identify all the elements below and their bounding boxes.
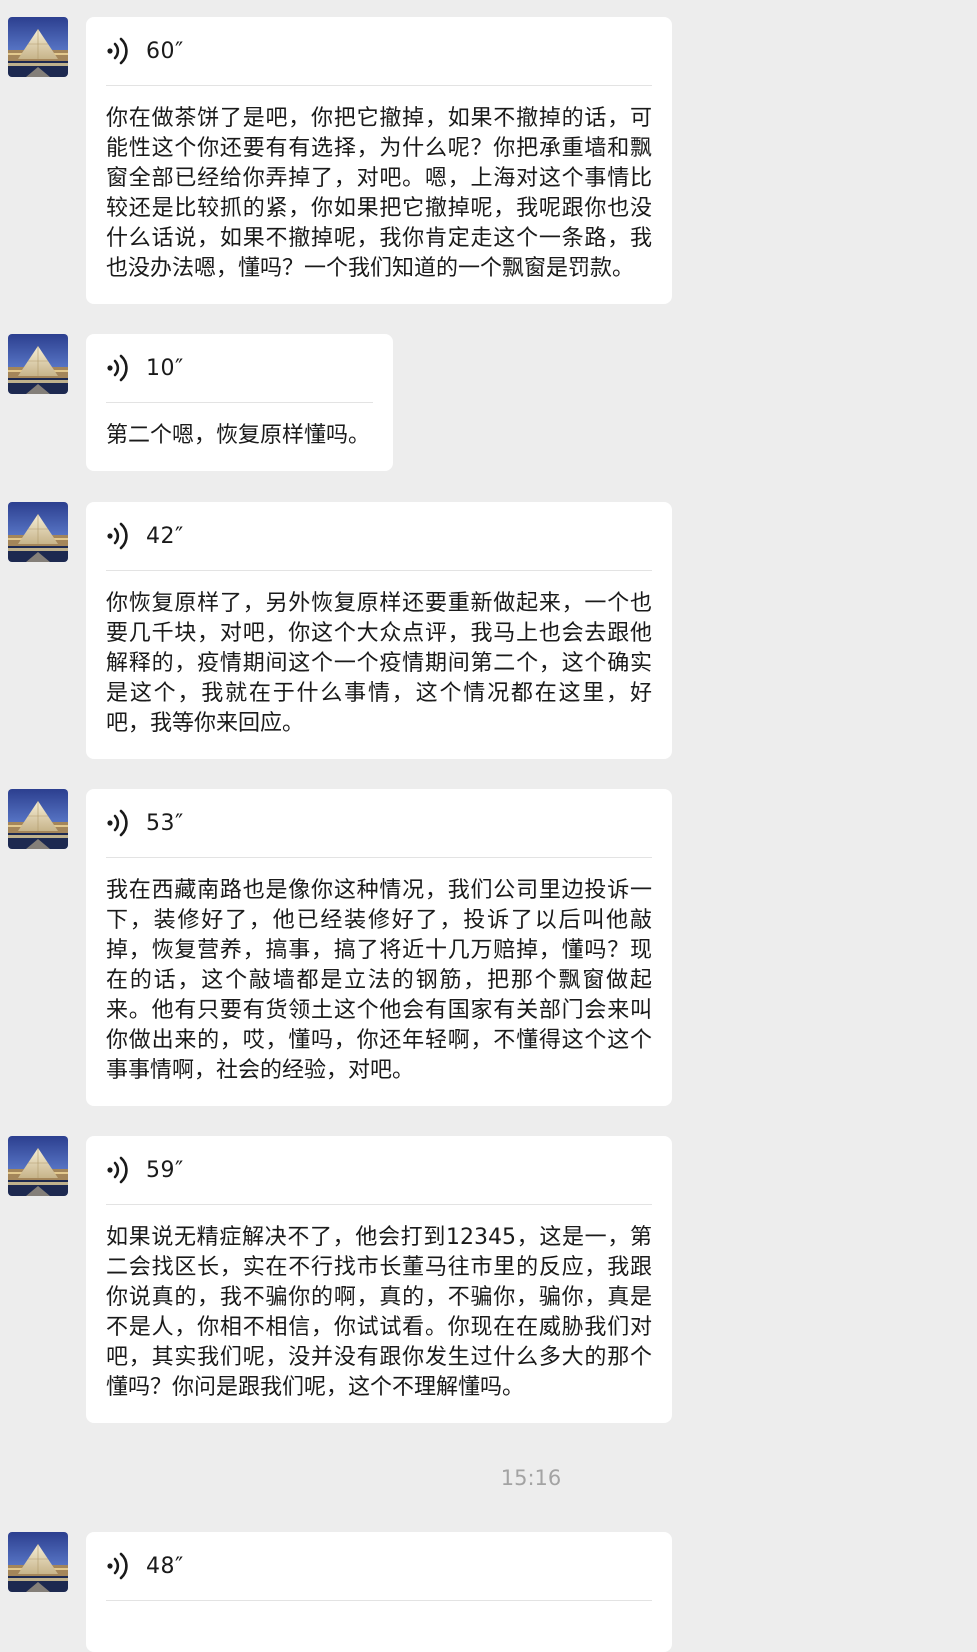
voice-duration: 53″ bbox=[146, 810, 184, 836]
avatar[interactable] bbox=[8, 17, 68, 77]
voice-duration: 10″ bbox=[146, 355, 184, 381]
voice-message-bubble[interactable]: 59″ 如果说无精症解决不了，他会打到12345，这是一，第二会找区长，实在不行… bbox=[86, 1136, 672, 1423]
voice-play-row[interactable]: 59″ bbox=[106, 1136, 652, 1205]
voice-duration: 59″ bbox=[146, 1157, 184, 1183]
avatar[interactable] bbox=[8, 1532, 68, 1592]
voice-wave-icon[interactable] bbox=[106, 35, 132, 67]
voice-transcript: 第二个嗯，恢复原样懂吗。 bbox=[106, 423, 371, 448]
voice-transcript: 我在西藏南路也是像你这种情况，我们公司里边投诉一下，装修好了，他已经装修好了，投… bbox=[106, 878, 652, 1083]
voice-transcript: 如果说无精症解决不了，他会打到12345，这是一，第二会找区长，实在不行找市长董… bbox=[106, 1225, 652, 1400]
avatar[interactable] bbox=[8, 502, 68, 562]
voice-wave-icon[interactable] bbox=[106, 1154, 132, 1186]
voice-message-bubble[interactable]: 60″ 你在做茶饼了是吧，你把它撤掉，如果不撤掉的话，可能性这个你还要有有选择，… bbox=[86, 17, 672, 304]
voice-wave-icon[interactable] bbox=[106, 807, 132, 839]
voice-wave-icon[interactable] bbox=[106, 1550, 132, 1582]
voice-play-row[interactable]: 53″ bbox=[106, 789, 652, 858]
voice-transcript: 你在做茶饼了是吧，你把它撤掉，如果不撤掉的话，可能性这个你还要有有选择，为什么呢… bbox=[106, 106, 652, 281]
voice-wave-icon[interactable] bbox=[106, 352, 132, 384]
voice-message-bubble[interactable]: 10″ 第二个嗯，恢复原样懂吗。 bbox=[86, 334, 393, 471]
voice-play-row[interactable]: 60″ bbox=[106, 17, 652, 86]
voice-message-bubble[interactable]: 48″ bbox=[86, 1532, 672, 1652]
chat-timestamp: 15:16 bbox=[500, 1466, 562, 1490]
avatar[interactable] bbox=[8, 1136, 68, 1196]
voice-duration: 48″ bbox=[146, 1553, 184, 1579]
avatar[interactable] bbox=[8, 334, 68, 394]
voice-duration: 60″ bbox=[146, 38, 184, 64]
avatar[interactable] bbox=[8, 789, 68, 849]
voice-wave-icon[interactable] bbox=[106, 520, 132, 552]
voice-duration: 42″ bbox=[146, 523, 184, 549]
voice-transcript: 你恢复原样了，另外恢复原样还要重新做起来，一个也要几千块，对吧，你这个大众点评，… bbox=[106, 591, 652, 736]
voice-play-row[interactable]: 42″ bbox=[106, 502, 652, 571]
voice-play-row[interactable]: 48″ bbox=[106, 1532, 652, 1601]
voice-message-bubble[interactable]: 53″ 我在西藏南路也是像你这种情况，我们公司里边投诉一下，装修好了，他已经装修… bbox=[86, 789, 672, 1106]
voice-play-row[interactable]: 10″ bbox=[106, 334, 373, 403]
voice-message-bubble[interactable]: 42″ 你恢复原样了，另外恢复原样还要重新做起来，一个也要几千块，对吧，你这个大… bbox=[86, 502, 672, 759]
